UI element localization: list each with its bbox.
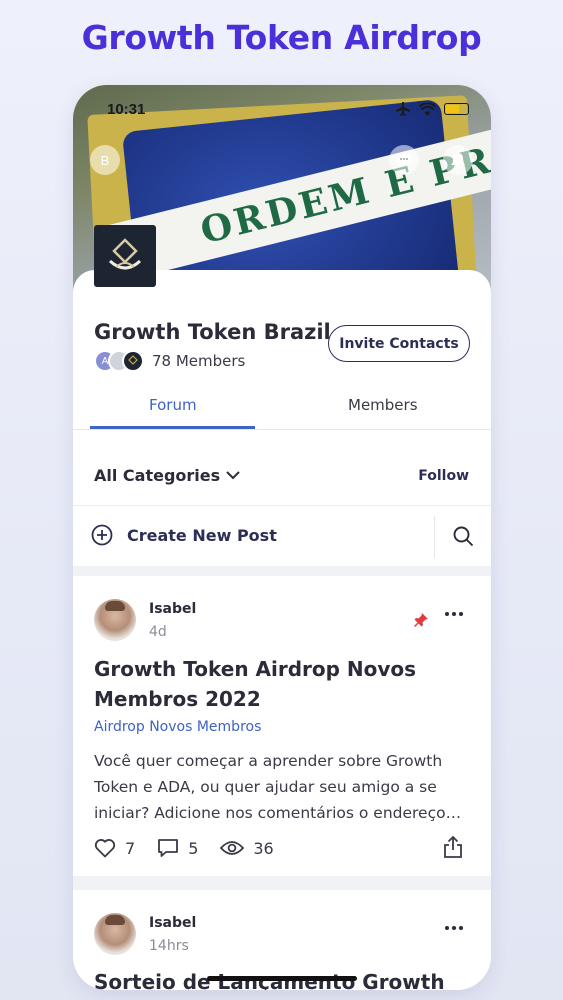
- phone-frame: ORDEM E PROGR 10:31 B Growth Token Brazi…: [73, 85, 491, 990]
- search-button[interactable]: [453, 526, 474, 552]
- create-post-row: Create New Post: [73, 508, 491, 566]
- wifi-icon: [419, 102, 436, 116]
- post-category[interactable]: Airdrop Novos Membros: [94, 719, 261, 735]
- avatar[interactable]: [94, 913, 136, 955]
- promo-title: Growth Token Airdrop: [81, 18, 482, 57]
- chevron-down-icon: [226, 471, 240, 480]
- post-card[interactable]: Isabel 14hrs Sorteio de Lançamento Growt…: [73, 890, 491, 990]
- post-author[interactable]: Isabel: [149, 601, 196, 617]
- notifications-button[interactable]: [443, 145, 473, 175]
- comment-count: 5: [188, 838, 199, 858]
- group-name: Growth Token Brazil: [94, 320, 331, 344]
- status-bar: 10:31: [73, 101, 491, 123]
- avatar: [122, 350, 144, 372]
- share-icon[interactable]: [443, 835, 463, 859]
- like-button[interactable]: 7: [94, 838, 135, 858]
- members-summary[interactable]: A 78 Members: [94, 350, 245, 372]
- back-button[interactable]: B: [90, 145, 120, 175]
- invite-contacts-button[interactable]: Invite Contacts: [328, 325, 470, 362]
- home-indicator: [207, 976, 357, 981]
- comments-button[interactable]: 5: [157, 838, 198, 858]
- post-title[interactable]: Growth Token Airdrop Novos Membros 2022: [94, 654, 474, 714]
- post-author[interactable]: Isabel: [149, 915, 196, 931]
- group-card: Growth Token Brazil A 78 Members Invite …: [73, 270, 491, 990]
- airplane-icon: [396, 102, 410, 116]
- more-options-icon[interactable]: [445, 926, 463, 930]
- post-time: 4d: [149, 624, 167, 640]
- like-count: 7: [125, 838, 136, 858]
- group-logo-emblem: [108, 238, 142, 270]
- eye-icon: [220, 841, 245, 855]
- category-dropdown[interactable]: All Categories: [94, 466, 240, 485]
- views-stat: 36: [220, 838, 274, 858]
- chat-bubble-icon: [396, 153, 412, 167]
- comment-icon: [158, 839, 179, 857]
- view-count: 36: [253, 838, 274, 858]
- search-icon: [453, 526, 474, 547]
- tab-members[interactable]: Members: [348, 396, 418, 414]
- avatar[interactable]: [94, 599, 136, 641]
- group-logo: [94, 225, 156, 287]
- create-new-post-button[interactable]: Create New Post: [91, 524, 277, 546]
- pin-icon: [414, 613, 428, 627]
- post-time: 14hrs: [149, 938, 189, 954]
- more-options-icon[interactable]: [445, 612, 463, 616]
- member-count: 78 Members: [152, 352, 246, 370]
- heart-icon: [94, 839, 116, 858]
- status-time: 10:31: [107, 101, 146, 118]
- post-stats: 7 5 36: [94, 838, 296, 858]
- follow-button[interactable]: Follow: [418, 468, 469, 484]
- bell-icon: [451, 152, 465, 169]
- post-card[interactable]: Isabel 4d Growth Token Airdrop Novos Mem…: [73, 576, 491, 876]
- post-excerpt: Você quer começar a aprender sobre Growt…: [94, 752, 462, 822]
- group-logo-mini-icon: [128, 355, 138, 365]
- tab-forum[interactable]: Forum: [149, 396, 197, 414]
- chat-button[interactable]: [389, 145, 419, 175]
- tab-bar: Forum Members: [73, 388, 491, 430]
- active-tab-indicator: [90, 426, 255, 429]
- battery-icon: [444, 103, 469, 115]
- category-filter-row: All Categories Follow: [73, 460, 491, 506]
- plus-circle-icon: [91, 524, 113, 546]
